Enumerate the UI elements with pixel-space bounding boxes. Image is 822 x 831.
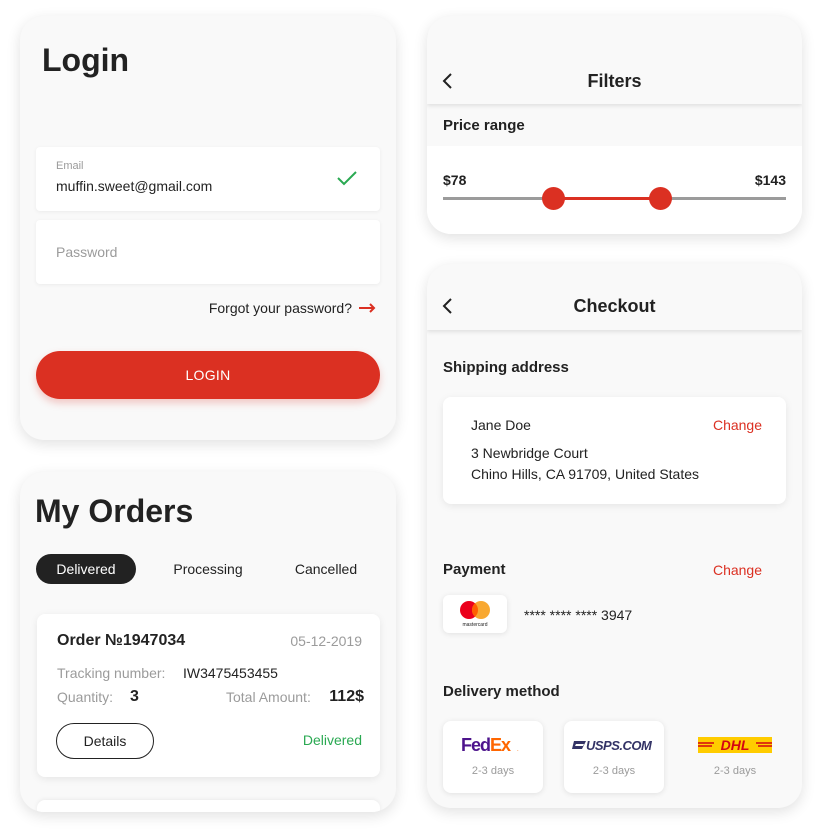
- price-range-panel: $78 $143: [427, 146, 802, 234]
- orders-title: My Orders: [35, 493, 194, 529]
- change-address-link[interactable]: Change: [713, 417, 762, 433]
- price-range-label: Price range: [443, 117, 525, 134]
- payment-title: Payment: [443, 561, 506, 578]
- mastercard-logo: mastercard: [443, 595, 507, 633]
- address-line1: 3 Newbridge Court: [471, 445, 588, 461]
- login-title: Login: [42, 42, 130, 78]
- arrow-right-icon: [359, 303, 376, 313]
- email-value: muffin.sweet@gmail.com: [56, 178, 213, 194]
- svg-text:.: .: [517, 747, 519, 753]
- address-name: Jane Doe: [471, 417, 531, 433]
- tracking-value: IW3475453455: [183, 665, 278, 681]
- email-field[interactable]: Email muffin.sweet@gmail.com: [36, 147, 380, 211]
- tab-delivered[interactable]: Delivered: [36, 554, 136, 584]
- carrier-dhl[interactable]: DHL 2-3 days: [685, 721, 785, 793]
- order-date: 05-12-2019: [290, 633, 362, 649]
- carrier-usps[interactable]: USPS.COM 2-3 days: [564, 721, 664, 793]
- slider-min-handle[interactable]: [542, 187, 565, 210]
- filters-topbar: Filters: [427, 16, 802, 104]
- order-card: Order №1947034 05-12-2019 Tracking numbe…: [37, 614, 380, 777]
- tracking-label: Tracking number:: [57, 665, 166, 681]
- address-line2: Chino Hills, CA 91709, United States: [471, 466, 700, 482]
- price-min: $78: [443, 172, 467, 188]
- quantity-value: 3: [130, 688, 139, 705]
- slider-range: [554, 197, 661, 200]
- svg-text:USPS.COM: USPS.COM: [586, 738, 653, 753]
- email-label: Email: [56, 160, 84, 172]
- details-button[interactable]: Details: [56, 723, 154, 759]
- check-icon: [337, 171, 357, 186]
- login-card: Login Email muffin.sweet@gmail.com Passw…: [20, 16, 396, 440]
- delivery-method-title: Delivery method: [443, 683, 560, 700]
- svg-text:mastercard: mastercard: [462, 622, 487, 628]
- total-label: Total Amount:: [226, 689, 311, 705]
- quantity-label: Quantity:: [57, 689, 114, 705]
- slider-max-handle[interactable]: [649, 187, 672, 210]
- checkout-card: Checkout Shipping address Jane Doe Chang…: [427, 264, 802, 808]
- card-number: **** **** **** 3947: [524, 607, 633, 623]
- svg-text:FedEx: FedEx: [461, 735, 511, 755]
- fedex-logo: FedEx .: [443, 735, 543, 755]
- change-payment-link[interactable]: Change: [713, 562, 762, 578]
- order-number: Order №1947034: [57, 632, 186, 649]
- svg-text:DHL: DHL: [721, 737, 750, 753]
- password-placeholder: Password: [56, 244, 118, 260]
- usps-logo: USPS.COM: [564, 735, 664, 755]
- shipping-address-title: Shipping address: [443, 359, 569, 376]
- dhl-days: 2-3 days: [713, 765, 757, 777]
- dhl-logo: DHL: [685, 735, 785, 755]
- usps-days: 2-3 days: [592, 765, 636, 777]
- order-status: Delivered: [302, 732, 362, 748]
- next-order-card: [37, 800, 380, 812]
- orders-card: My Orders Delivered Processing Cancelled…: [20, 472, 396, 812]
- filters-title: Filters: [587, 71, 642, 91]
- mastercard-icon: mastercard: [460, 601, 490, 628]
- address-card: Jane Doe Change 3 Newbridge Court Chino …: [443, 397, 786, 504]
- tab-processing[interactable]: Processing: [158, 554, 258, 584]
- forgot-password-label: Forgot your password?: [208, 300, 352, 316]
- filters-card: Filters Price range $78 $143: [427, 16, 802, 234]
- total-value: 112$: [329, 688, 364, 705]
- price-max: $143: [754, 172, 786, 188]
- tab-cancelled[interactable]: Cancelled: [276, 554, 376, 584]
- fedex-days: 2-3 days: [471, 765, 515, 777]
- checkout-topbar: Checkout: [427, 264, 802, 330]
- carrier-fedex[interactable]: FedEx . 2-3 days: [443, 721, 543, 793]
- login-button[interactable]: LOGIN: [36, 351, 380, 399]
- forgot-password-link[interactable]: Forgot your password?: [209, 300, 376, 316]
- checkout-title: Checkout: [573, 296, 656, 316]
- password-field[interactable]: Password: [36, 220, 380, 284]
